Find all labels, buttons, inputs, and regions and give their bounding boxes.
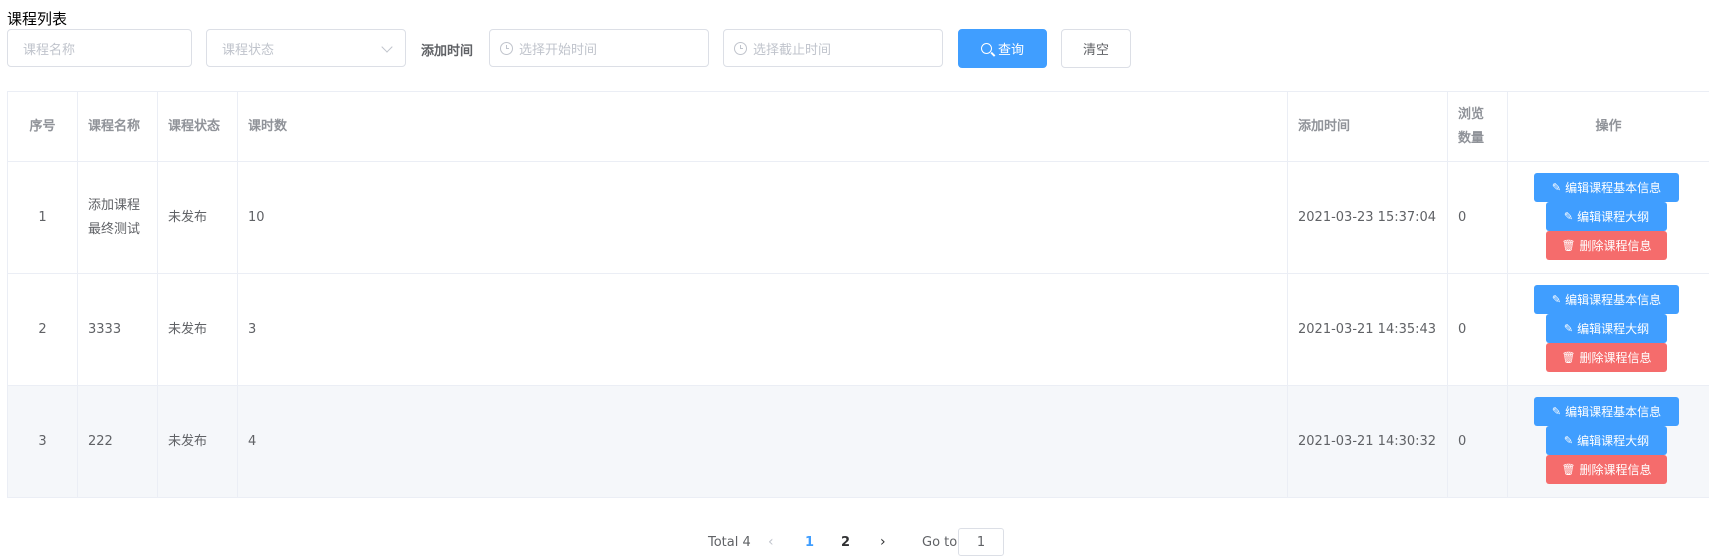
cell-add-time: 2021-03-21 14:35:43: [1287, 273, 1448, 386]
add-time-label: 添加时间: [421, 44, 474, 59]
cell-course-name-line1: 3333: [88, 321, 122, 337]
prev-page-button[interactable]: ‹: [768, 528, 774, 556]
course-name-placeholder: 课程名称: [23, 42, 76, 58]
course-status-placeholder: 课程状态: [222, 42, 275, 58]
cell-views: 0: [1447, 161, 1508, 274]
query-button-label: 查询: [997, 43, 1024, 58]
delete-course-button[interactable]: 🗑 删除课程信息: [1546, 231, 1667, 260]
cell-status: 未发布: [157, 273, 238, 386]
edit-icon: ✎: [1551, 180, 1562, 194]
edit-icon: ✎: [1563, 209, 1574, 223]
clock-icon: [500, 41, 513, 55]
start-time-picker[interactable]: 选择开始时间: [489, 29, 709, 67]
edit-basic-info-button[interactable]: ✎ 编辑课程基本信息: [1534, 173, 1679, 202]
header-add-time: 添加时间: [1287, 91, 1448, 162]
edit-outline-button[interactable]: ✎ 编辑课程大纲: [1546, 314, 1667, 343]
edit-basic-info-button[interactable]: ✎ 编辑课程基本信息: [1534, 397, 1679, 426]
cell-hours: 4: [237, 385, 1288, 498]
course-table: 序号 课程名称 课程状态 课时数 添加时间 浏览 数量 操作 1 添加课程 最终…: [7, 91, 1709, 498]
delete-course-label: 删除课程信息: [1579, 462, 1652, 477]
clear-button[interactable]: 清空: [1061, 29, 1131, 68]
header-views-line2: 数量: [1458, 130, 1485, 146]
table-row: 2 3333 未发布 3 2021-03-21 14:35:43 0 ✎ 编辑课…: [7, 273, 1709, 386]
trash-icon: 🗑: [1561, 350, 1576, 364]
cell-course-name: 添加课程 最终测试: [77, 161, 158, 274]
cell-index: 2: [7, 273, 78, 386]
edit-basic-info-button[interactable]: ✎ 编辑课程基本信息: [1534, 285, 1679, 314]
edit-basic-info-label: 编辑课程基本信息: [1565, 180, 1662, 195]
table-header-row: 序号 课程名称 课程状态 课时数 添加时间 浏览 数量 操作: [7, 91, 1709, 162]
header-course-name: 课程名称: [77, 91, 158, 162]
header-views-line1: 浏览: [1458, 106, 1485, 122]
delete-course-label: 删除课程信息: [1579, 238, 1652, 253]
cell-course-name-line2: 最终测试: [88, 221, 141, 237]
page-2-button[interactable]: 2: [841, 528, 850, 556]
edit-icon: ✎: [1551, 404, 1562, 418]
trash-icon: 🗑: [1561, 462, 1576, 476]
cell-index: 3: [7, 385, 78, 498]
cell-actions: ✎ 编辑课程基本信息 ✎ 编辑课程大纲 🗑 删除课程信息: [1507, 385, 1709, 498]
course-name-input[interactable]: 课程名称: [7, 29, 192, 67]
edit-basic-info-label: 编辑课程基本信息: [1565, 404, 1662, 419]
edit-outline-label: 编辑课程大纲: [1577, 321, 1650, 336]
header-index: 序号: [7, 91, 78, 162]
cell-course-name: 222: [77, 385, 158, 498]
cell-add-time: 2021-03-21 14:30:32: [1287, 385, 1448, 498]
cell-views: 0: [1447, 273, 1508, 386]
cell-hours: 3: [237, 273, 1288, 386]
header-actions: 操作: [1507, 91, 1709, 162]
header-views: 浏览 数量: [1447, 91, 1508, 162]
end-time-placeholder: 选择截止时间: [753, 42, 832, 58]
header-course-status: 课程状态: [157, 91, 238, 162]
edit-basic-info-label: 编辑课程基本信息: [1565, 292, 1662, 307]
delete-course-button[interactable]: 🗑 删除课程信息: [1546, 455, 1667, 484]
cell-index: 1: [7, 161, 78, 274]
query-button[interactable]: 查询: [958, 29, 1047, 68]
start-time-placeholder: 选择开始时间: [519, 42, 598, 58]
cell-add-time: 2021-03-23 15:37:04: [1287, 161, 1448, 274]
pagination-total: Total 4: [708, 534, 751, 550]
edit-outline-label: 编辑课程大纲: [1577, 433, 1650, 448]
edit-outline-button[interactable]: ✎ 编辑课程大纲: [1546, 202, 1667, 231]
course-status-select[interactable]: 课程状态: [206, 29, 406, 67]
search-icon: [980, 43, 992, 54]
cell-views: 0: [1447, 385, 1508, 498]
goto-page-input[interactable]: 1: [958, 528, 1004, 556]
goto-label: Go to: [922, 534, 958, 550]
table-row: 3 222 未发布 4 2021-03-21 14:30:32 0 ✎ 编辑课程…: [7, 385, 1709, 498]
clear-button-label: 清空: [1082, 43, 1109, 58]
edit-icon: ✎: [1563, 433, 1574, 447]
table-row: 1 添加课程 最终测试 未发布 10 2021-03-23 15:37:04 0…: [7, 161, 1709, 274]
edit-outline-button[interactable]: ✎ 编辑课程大纲: [1546, 426, 1667, 455]
cell-actions: ✎ 编辑课程基本信息 ✎ 编辑课程大纲 🗑 删除课程信息: [1507, 161, 1709, 274]
end-time-picker[interactable]: 选择截止时间: [723, 29, 943, 67]
clock-icon: [734, 41, 747, 55]
trash-icon: 🗑: [1561, 238, 1576, 252]
cell-course-name: 3333: [77, 273, 158, 386]
edit-icon: ✎: [1551, 292, 1562, 306]
cell-status: 未发布: [157, 161, 238, 274]
edit-icon: ✎: [1563, 321, 1574, 335]
header-hours: 课时数: [237, 91, 1288, 162]
page-title: 课程列表: [7, 10, 68, 28]
chevron-down-icon: [381, 41, 393, 53]
delete-course-button[interactable]: 🗑 删除课程信息: [1546, 343, 1667, 372]
edit-outline-label: 编辑课程大纲: [1577, 209, 1650, 224]
page-1-button[interactable]: 1: [805, 528, 814, 556]
next-page-button[interactable]: ›: [880, 528, 886, 556]
cell-course-name-line1: 添加课程: [88, 197, 141, 213]
cell-course-name-line1: 222: [88, 433, 113, 449]
cell-status: 未发布: [157, 385, 238, 498]
cell-actions: ✎ 编辑课程基本信息 ✎ 编辑课程大纲 🗑 删除课程信息: [1507, 273, 1709, 386]
cell-hours: 10: [237, 161, 1288, 274]
delete-course-label: 删除课程信息: [1579, 350, 1652, 365]
